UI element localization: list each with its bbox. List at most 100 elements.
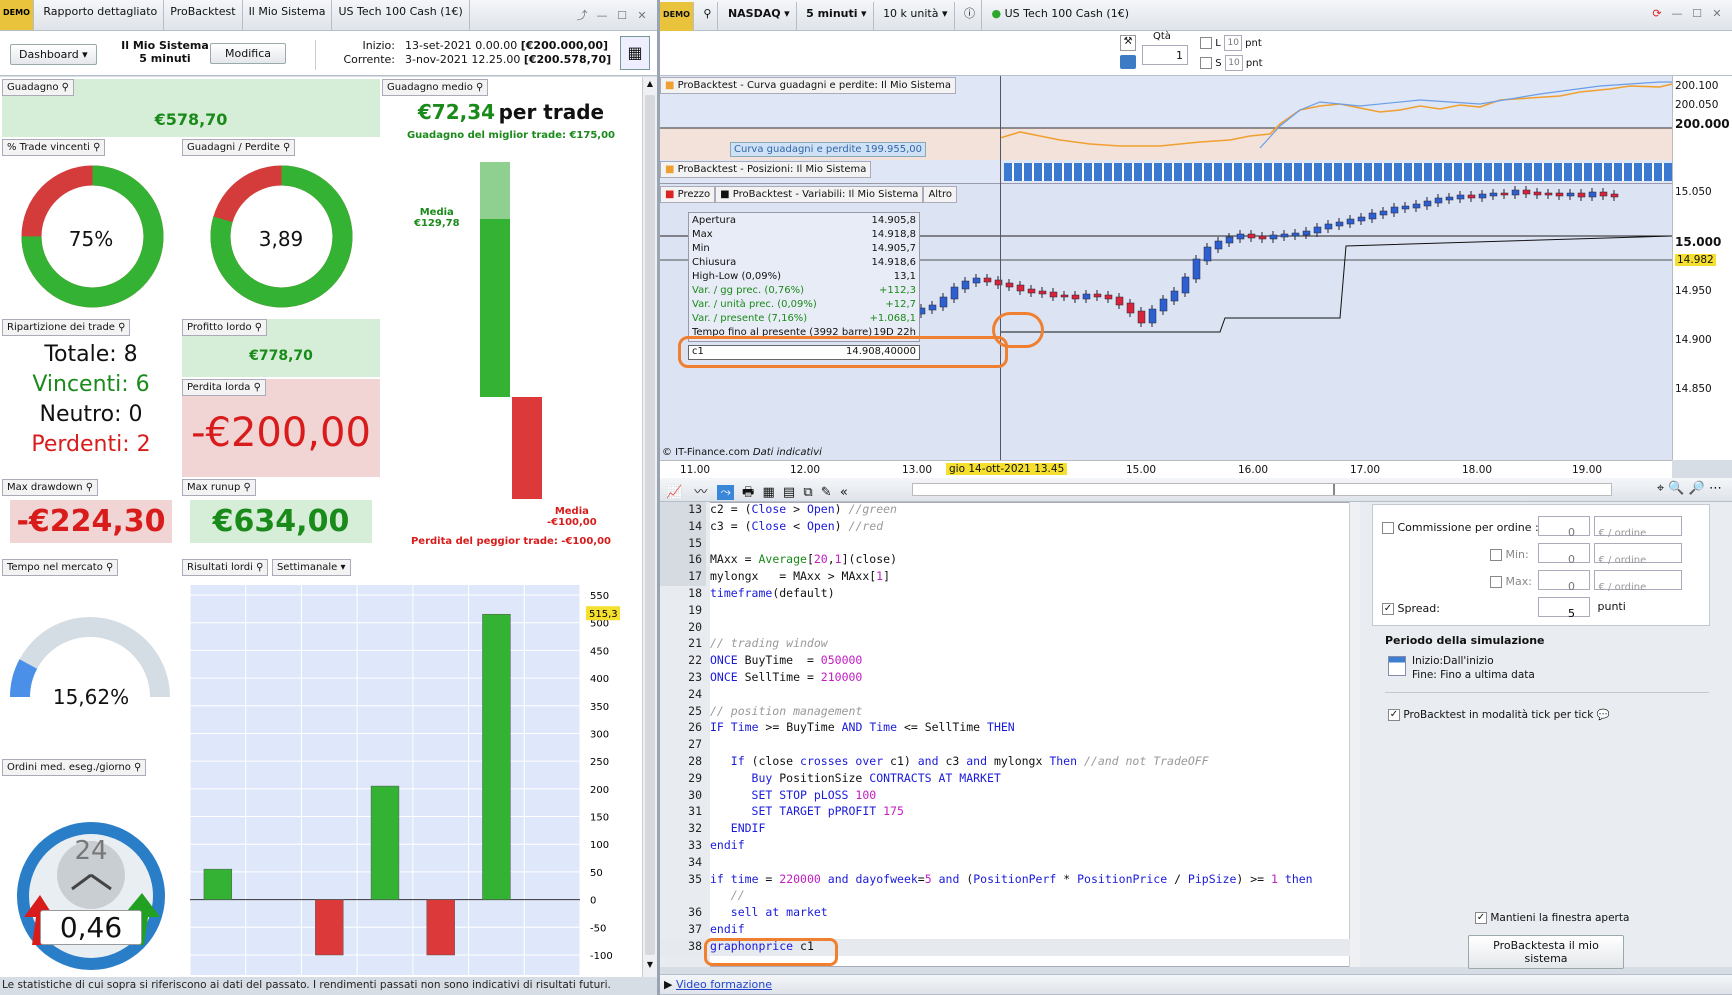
max-unit[interactable]: € / ordine <box>1593 570 1682 593</box>
tab-probacktest[interactable]: ProBacktest <box>164 0 243 30</box>
worst-trade: Perdita del peggior trade: -€100,00 <box>410 536 612 547</box>
info-icon[interactable]: ⓘ <box>958 0 983 30</box>
mantieni-checkbox[interactable]: ✓ <box>1475 912 1487 924</box>
code-line[interactable]: 25// position management <box>660 704 1350 721</box>
min-checkbox[interactable] <box>1490 549 1502 561</box>
date-tick-6: 16.00 <box>1238 464 1269 476</box>
refresh-icon[interactable]: ⟳ <box>1650 7 1664 21</box>
code-line[interactable]: 21// trading window <box>660 636 1350 653</box>
tick-mode-label: ProBacktest in modalità tick per tick <box>1403 709 1594 721</box>
commissione-unit[interactable]: € / ordine <box>1593 516 1682 539</box>
periodo-inizio[interactable]: Inizio:Dall'inizio <box>1412 654 1535 668</box>
zoom-out-icon[interactable]: 🔍 <box>1668 481 1684 496</box>
code-line[interactable]: 36 sell at market <box>660 905 1350 922</box>
code-line[interactable]: 30 SET STOP pLOSS 100 <box>660 788 1350 805</box>
keyboard-icon[interactable] <box>1120 55 1136 69</box>
risultati-tick: 200 <box>590 785 609 796</box>
print-icon[interactable]: 🖶 <box>742 485 754 500</box>
code-line[interactable]: 24 <box>660 687 1350 704</box>
tick-mode-checkbox[interactable]: ✓ <box>1388 709 1400 721</box>
price-tick-1: 15.050 <box>1675 186 1712 198</box>
scroll-left-icon[interactable]: « <box>840 485 848 500</box>
ohlc-tooltip: Apertura 14.905,8 Max 14.918,8 Min 14.905,7 Ch… <box>688 212 920 342</box>
dashboard-settings-icon[interactable]: ▦ <box>620 36 650 70</box>
commissione-value[interactable]: 0 <box>1538 516 1590 539</box>
code-line[interactable]: 32 ENDIF <box>660 821 1350 838</box>
tab-rapporto[interactable]: Rapporto dettagliato <box>37 0 165 30</box>
timeframe-dropdown[interactable]: 5 minuti ▾ <box>800 2 874 32</box>
units-dropdown[interactable]: 10 k unità ▾ <box>877 2 955 32</box>
tab-us-tech[interactable]: US Tech 100 Cash (1€) <box>332 0 470 30</box>
video-link[interactable]: Video formazione <box>676 978 772 991</box>
minimize-icon[interactable]: — <box>595 9 609 23</box>
code-line[interactable]: 15 <box>660 535 1350 553</box>
code-line[interactable]: 16 MAxx = Average[20,1](close) <box>660 552 1350 570</box>
long-points[interactable]: 10 <box>1223 35 1242 51</box>
tab-mio-sistema[interactable]: Il Mio Sistema <box>243 0 333 30</box>
chart-scrollbar[interactable] <box>912 483 1612 496</box>
dashboard-dropdown[interactable]: Dashboard ▾ <box>10 44 97 65</box>
indicator-icon[interactable]: 📈 <box>666 485 682 500</box>
max-value[interactable]: 0 <box>1538 570 1590 593</box>
code-line[interactable]: 27 <box>660 737 1350 754</box>
max-checkbox[interactable] <box>1490 576 1502 588</box>
commissione-checkbox[interactable] <box>1382 522 1394 534</box>
code-lines[interactable]: 13 c2 = (Close > Open) //green 14 c3 = (Clo… <box>660 502 1350 964</box>
code-line[interactable]: 35 if time = 220000 and dayofweek=5 and (… <box>660 872 1350 889</box>
maximize-icon[interactable]: ☐ <box>615 9 629 23</box>
share-icon[interactable]: ⤴ <box>575 7 589 22</box>
code-line[interactable]: 37 endif <box>660 922 1350 939</box>
grid-icon[interactable]: ▤ <box>783 485 795 500</box>
code-line[interactable]: 17 mylongx = MAxx > MAxx[1] <box>660 569 1350 586</box>
code-line[interactable]: 23 ONCE SellTime = 210000 <box>660 670 1350 687</box>
short-points[interactable]: 10 <box>1224 55 1243 71</box>
code-line[interactable]: 31 SET TARGET pPROFIT 175 <box>660 804 1350 821</box>
qty-input[interactable]: 1 <box>1142 45 1188 65</box>
code-line[interactable]: 14 c3 = (Close < Open) //red <box>660 518 1350 536</box>
spread-label: Spread: <box>1397 602 1440 615</box>
code-line[interactable]: 34 <box>660 855 1350 872</box>
compare-icon[interactable]: ⧉ <box>803 485 812 500</box>
risultati-tick: 250 <box>590 757 609 768</box>
tools-icon[interactable]: ✎ <box>821 485 832 500</box>
min-unit[interactable]: € / ordine <box>1593 543 1682 566</box>
run-backtest-button[interactable]: ProBacktesta il mio sistema <box>1468 935 1624 969</box>
minimize-right-icon[interactable]: — <box>1670 7 1684 21</box>
code-line[interactable]: 22 ONCE BuyTime = 050000 <box>660 653 1350 670</box>
risultati-tick: -100 <box>590 951 613 962</box>
long-checkbox[interactable] <box>1200 37 1212 49</box>
code-line[interactable]: 20 <box>660 620 1350 637</box>
code-line[interactable]: 29 Buy PositionSize CONTRACTS AT MARKET <box>660 771 1350 788</box>
risultati-period-dropdown[interactable]: Settimanale ▾ <box>271 559 351 576</box>
modifica-button[interactable]: Modifica <box>210 43 286 64</box>
code-line[interactable]: 28 If (close crosses over c1) and c3 and… <box>660 754 1350 771</box>
share-chart-icon[interactable]: ⤳ <box>717 485 734 500</box>
calendar-icon[interactable] <box>1388 656 1406 676</box>
menu-icon[interactable]: ⋯ <box>1709 481 1722 496</box>
periodo-fine[interactable]: Fine: Fino a ultima data <box>1412 668 1535 682</box>
code-line[interactable]: 19 <box>660 603 1350 620</box>
close-icon[interactable]: ✕ <box>635 9 649 23</box>
zoom-fit-icon[interactable]: ⌖ <box>1657 481 1664 496</box>
spread-checkbox[interactable]: ✓ <box>1382 603 1394 615</box>
spread-unit: punti <box>1597 600 1626 613</box>
code-line[interactable]: 26 IF Time >= BuyTime AND Time <= SellTim… <box>660 720 1350 737</box>
code-line[interactable]: 18 timeframe(default) <box>660 586 1350 603</box>
code-line[interactable]: // <box>660 888 1350 905</box>
help-icon[interactable]: 💬 <box>1597 709 1610 721</box>
close-right-icon[interactable]: ✕ <box>1710 7 1724 21</box>
pin-icon[interactable]: ⚲ <box>697 2 719 32</box>
trend-icon[interactable]: 〰 <box>694 485 707 500</box>
market-dropdown[interactable]: NASDAQ ▾ <box>722 2 797 32</box>
min-value[interactable]: 0 <box>1538 543 1590 566</box>
code-line[interactable]: 13 c2 = (Close > Open) //green <box>660 502 1350 519</box>
wrench-icon[interactable]: ⚒ <box>1120 35 1136 51</box>
maximize-right-icon[interactable]: ☐ <box>1690 7 1704 21</box>
short-checkbox[interactable] <box>1200 57 1212 69</box>
dashboard-scrollbar[interactable]: ▲ ▼ <box>642 77 657 977</box>
equity-curve-svg <box>660 81 1672 149</box>
table-icon[interactable]: ▦ <box>762 485 774 500</box>
zoom-in-icon[interactable]: 🔎 <box>1689 481 1705 496</box>
code-line[interactable]: 33 endif <box>660 838 1350 855</box>
spread-value[interactable]: 5 <box>1538 597 1590 620</box>
